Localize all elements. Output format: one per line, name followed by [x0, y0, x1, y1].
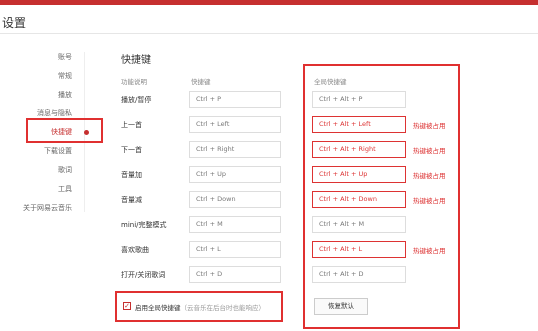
nav-item-account[interactable]: 账号 — [58, 52, 72, 62]
shortcut-label-volume-up: 音量加 — [121, 171, 142, 179]
local-shortcut-lyrics[interactable]: Ctrl + D — [189, 266, 281, 283]
local-shortcut-previous[interactable]: Ctrl + Left — [189, 116, 281, 133]
local-shortcut-volume-up[interactable]: Ctrl + Up — [189, 166, 281, 183]
shortcut-label-mini-mode: mini/完整模式 — [121, 221, 167, 229]
enable-global-annotation-box — [115, 291, 283, 322]
nav-item-playback[interactable]: 播放 — [58, 90, 72, 100]
header-divider — [0, 33, 538, 34]
local-shortcut-like-song[interactable]: Ctrl + L — [189, 241, 281, 258]
shortcut-label-previous: 上一首 — [121, 121, 142, 129]
local-shortcut-next[interactable]: Ctrl + Right — [189, 141, 281, 158]
global-shortcuts-annotation-box — [303, 64, 460, 329]
nav-item-about[interactable]: 关于网易云音乐 — [23, 203, 72, 213]
local-shortcut-volume-down[interactable]: Ctrl + Down — [189, 191, 281, 208]
nav-item-privacy[interactable]: 消息与隐私 — [37, 108, 72, 118]
column-header-local: 快捷键 — [191, 78, 211, 86]
nav-annotation-box — [26, 118, 103, 143]
shortcut-label-volume-down: 音量减 — [121, 196, 142, 204]
column-header-function: 功能说明 — [121, 78, 147, 86]
shortcut-label-play-pause: 播放/暂停 — [121, 96, 152, 104]
shortcut-label-next: 下一首 — [121, 146, 142, 154]
top-bar — [0, 0, 538, 5]
nav-item-download[interactable]: 下载设置 — [44, 146, 72, 156]
nav-item-tools[interactable]: 工具 — [58, 184, 72, 194]
nav-item-lyrics[interactable]: 歌词 — [58, 165, 72, 175]
shortcut-label-lyrics: 打开/关闭歌词 — [121, 271, 166, 279]
section-title: 快捷键 — [121, 55, 151, 66]
window-title: 设置 — [2, 16, 27, 30]
nav-item-general[interactable]: 常规 — [58, 71, 72, 81]
local-shortcut-mini-mode[interactable]: Ctrl + M — [189, 216, 281, 233]
shortcut-label-like-song: 喜欢歌曲 — [121, 246, 149, 254]
local-shortcut-play-pause[interactable]: Ctrl + P — [189, 91, 281, 108]
